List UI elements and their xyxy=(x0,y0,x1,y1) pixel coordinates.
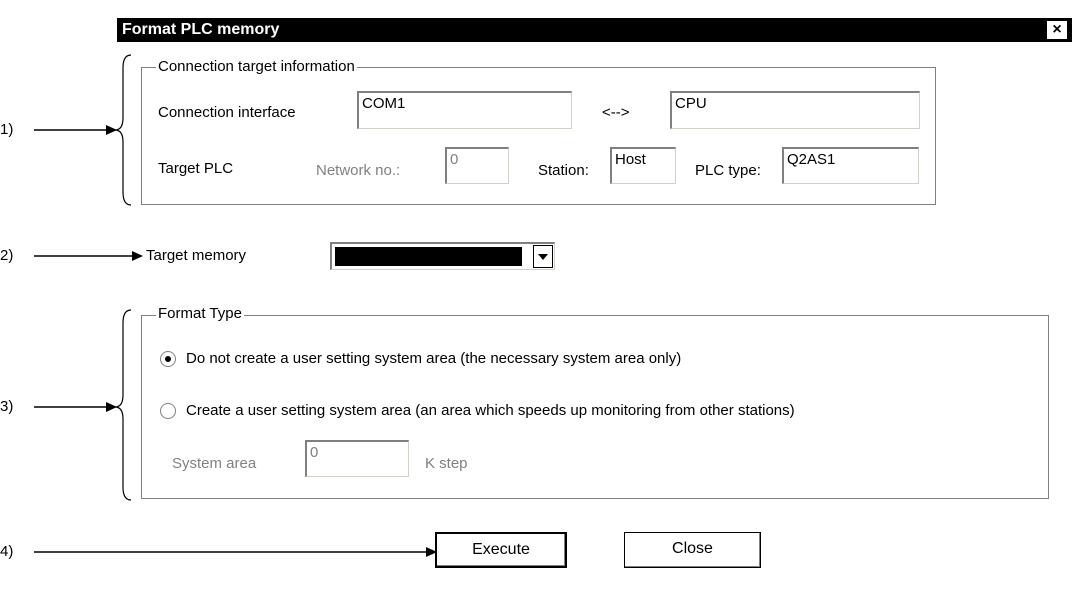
callout-1-brace xyxy=(114,54,132,206)
callout-overlay xyxy=(34,54,437,557)
callout-4-arrowhead xyxy=(426,547,437,557)
callout-2-arrowhead xyxy=(132,251,143,261)
callout-3-brace xyxy=(114,309,132,501)
